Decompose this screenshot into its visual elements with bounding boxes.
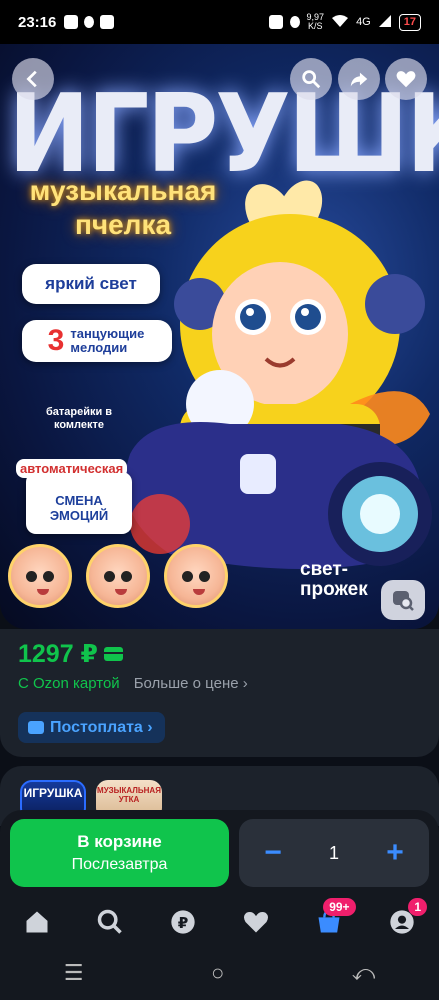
in-cart-button[interactable]: В корзине Послезавтра xyxy=(10,819,229,887)
network-type: 4G xyxy=(356,16,371,28)
svg-text:₽: ₽ xyxy=(178,914,189,932)
status-left-icons xyxy=(64,15,115,29)
thumbnail-label: МУЗЫКАЛЬНАЯ УТКА xyxy=(97,786,161,804)
status-bar: 23:16 9,97 K/S 4G 17 xyxy=(0,0,439,44)
postpay-button[interactable]: Постоплата › xyxy=(18,712,165,743)
cart-bar: В корзине Послезавтра − 1 + xyxy=(0,810,439,898)
tab-cart[interactable]: 99+ xyxy=(309,898,356,942)
wallet-icon xyxy=(28,721,44,734)
battery-level: 17 xyxy=(403,16,416,28)
melodies-text: танцующие мелодии xyxy=(70,326,145,355)
back-button[interactable] xyxy=(12,58,54,100)
search-button[interactable] xyxy=(290,58,332,100)
status-time: 23:16 xyxy=(18,13,57,31)
increase-button[interactable]: + xyxy=(383,836,407,870)
decrease-button[interactable]: − xyxy=(261,836,285,870)
image-search-button[interactable] xyxy=(381,580,425,620)
back-nav-button[interactable]: ⤺ xyxy=(352,960,376,986)
youtube-icon xyxy=(64,15,79,29)
delivery-label: Послезавтра xyxy=(71,856,168,873)
melodies-count: 3 xyxy=(47,324,65,357)
face-angry xyxy=(8,544,72,608)
signal-icon xyxy=(378,14,392,31)
nfc-icon xyxy=(268,15,283,29)
feature-bright-light: яркий свет xyxy=(22,264,160,304)
wifi-icon xyxy=(331,14,349,31)
chevron-left-icon xyxy=(26,70,37,88)
menu-nav-button[interactable]: ☰ xyxy=(64,960,84,986)
search-icon xyxy=(97,909,122,934)
tab-finance[interactable]: ₽ xyxy=(163,902,203,942)
face-wink xyxy=(164,544,228,608)
face-crying xyxy=(86,544,150,608)
feature-emotions: автоматическая СМЕНА ЭМОЦИЙ xyxy=(16,459,132,534)
ruble-icon: ₽ xyxy=(171,910,195,934)
share-button[interactable] xyxy=(338,58,380,100)
feature-melodies: 3 танцующие мелодии xyxy=(22,320,172,362)
quantity-stepper: − 1 + xyxy=(239,819,429,887)
price-value: 1297 ₽ xyxy=(18,640,98,668)
speed-unit: K/S xyxy=(308,21,323,31)
postpay-label: Постоплата › xyxy=(50,718,153,736)
spotlight-label: свет- прожек xyxy=(300,559,368,600)
app-icon xyxy=(100,15,115,29)
in-cart-label: В корзине xyxy=(77,832,162,851)
bee-toy-illustration xyxy=(125,180,432,569)
cart-badge: 99+ xyxy=(323,898,356,916)
status-right-icons: 9,97 K/S 4G 17 xyxy=(268,13,421,31)
emotion-label: СМЕНА ЭМОЦИЙ xyxy=(49,493,109,523)
battery-indicator: 17 xyxy=(398,13,421,31)
share-icon xyxy=(350,72,368,87)
home-icon xyxy=(26,911,48,933)
bottom-tab-bar: ₽ 99+ 1 xyxy=(0,898,439,946)
tab-search[interactable] xyxy=(90,902,130,942)
mute-icon xyxy=(289,16,300,28)
quantity-value: 1 xyxy=(328,842,339,863)
emotion-faces xyxy=(8,544,228,608)
network-speed: 9,97 K/S xyxy=(307,13,325,31)
ozon-card-label: С Ozon картой xyxy=(18,675,120,692)
auto-label: автоматическая xyxy=(16,459,128,478)
more-price-link[interactable]: Больше о цене › xyxy=(134,675,248,692)
ozon-card-line: С Ozon картой Больше о цене › xyxy=(18,675,248,692)
card-icon xyxy=(103,647,123,661)
price: 1297 ₽ xyxy=(18,639,123,669)
home-nav-button[interactable]: ○ xyxy=(211,960,224,986)
product-hero-image[interactable]: ИГРУШКА музыкальная пчелка яркий свет 3 … xyxy=(0,44,439,629)
profile-badge: 1 xyxy=(408,898,428,916)
thumbnail-label: ИГРУШКА xyxy=(23,786,83,800)
search-icon xyxy=(302,70,321,89)
price-section: 1297 ₽ С Ozon картой Больше о цене › Пос… xyxy=(0,629,439,757)
tab-home[interactable] xyxy=(17,902,57,942)
favorite-button[interactable] xyxy=(385,58,427,100)
heart-icon xyxy=(244,912,269,933)
heart-icon xyxy=(396,71,416,88)
battery-note: батарейки в комлекте xyxy=(45,406,113,431)
system-nav-bar: ☰ ○ ⤺ xyxy=(0,946,439,1000)
tab-favorites[interactable] xyxy=(236,902,276,942)
drop-icon xyxy=(84,16,95,28)
lens-search-icon xyxy=(393,591,414,611)
tab-profile[interactable]: 1 xyxy=(382,898,428,942)
